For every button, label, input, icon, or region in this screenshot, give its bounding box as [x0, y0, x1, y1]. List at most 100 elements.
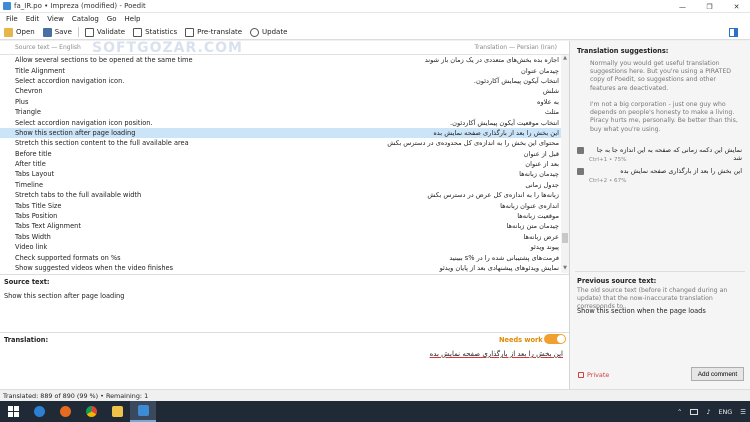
update-button[interactable]: Update	[246, 26, 291, 39]
volume-icon[interactable]: ♪	[706, 408, 710, 416]
menu-help[interactable]: Help	[121, 15, 145, 23]
menu-edit[interactable]: Edit	[22, 15, 44, 23]
table-row[interactable]: Chevron شلش	[0, 86, 561, 96]
menu-catalog[interactable]: Catalog	[68, 15, 103, 23]
table-row[interactable]: Tabs Title Size اندازه‌ی عنوان زبانه‌ها	[0, 200, 561, 210]
row-translation-text: این بخش را بعد از بارگذاری صفحه نمایش بد…	[433, 128, 559, 137]
row-translation-text: به علاوه	[537, 97, 559, 106]
row-source-text: After title	[15, 160, 46, 169]
row-source-text: Plus	[15, 97, 29, 106]
menu-view[interactable]: View	[43, 15, 68, 23]
menu-file[interactable]: File	[2, 15, 22, 23]
needs-work-label: Needs work	[499, 336, 543, 344]
language-indicator[interactable]: ENG	[718, 408, 732, 416]
taskbar: ⌃ ♪ ENG ☰	[0, 401, 750, 422]
table-row[interactable]: Select accordion navigation icon. انتخاب …	[0, 76, 561, 86]
table-row[interactable]: Show suggested videos when the video fin…	[0, 263, 561, 273]
start-button[interactable]	[0, 401, 26, 422]
open-label: Open	[16, 28, 35, 36]
add-comment-button[interactable]: Add comment	[691, 367, 744, 381]
row-source-text: Tabs Text Alignment	[15, 222, 81, 231]
suggestion-meta: Ctrl+1 • 75%	[589, 157, 627, 163]
translation-input[interactable]: این بخش را بعد از بارگذاری صفحه نمایش بد…	[430, 350, 563, 358]
floppy-icon	[42, 27, 52, 37]
open-button[interactable]: Open	[0, 26, 39, 39]
table-row[interactable]: Before title قبل از عنوان	[0, 149, 561, 159]
sidebar-panel: Translation suggestions: Normally you wo…	[570, 41, 750, 389]
maximize-icon[interactable]: ❐	[696, 0, 723, 13]
table-row[interactable]: Plus به علاوه	[0, 97, 561, 107]
row-source-text: Stretch tabs to the full available width	[15, 191, 142, 200]
network-icon[interactable]	[690, 408, 699, 415]
row-translation-text: چیدمان متن زبانه‌ها	[506, 222, 559, 231]
taskbar-explorer[interactable]	[104, 401, 130, 422]
row-source-text: Allow several sections to be opened at t…	[15, 56, 193, 65]
menu-bar: File Edit View Catalog Go Help	[0, 13, 750, 25]
row-translation-text: نمایش ویدئوهای پیشنهادی بعد از پایان وید…	[439, 264, 559, 272]
pirated-note: Normally you would get useful translatio…	[590, 60, 732, 92]
table-row[interactable]: Tabs Width عرض زبانه‌ها	[0, 232, 561, 242]
save-button[interactable]: Save	[39, 26, 76, 39]
divider	[0, 332, 569, 333]
scroll-thumb[interactable]	[562, 233, 568, 243]
table-row[interactable]: Tabs Layout چیدمان زبانه‌ها	[0, 169, 561, 179]
minimize-icon[interactable]: —	[669, 0, 696, 13]
table-row[interactable]: Tabs Text Alignment چیدمان متن زبانه‌ها	[0, 221, 561, 231]
row-source-text: Video link	[15, 243, 48, 252]
source-column-header[interactable]: Source text — English	[15, 44, 81, 51]
needs-work-toggle[interactable]	[544, 334, 566, 344]
honesty-note: I'm not a big corporation - just one guy…	[590, 101, 738, 133]
row-source-text: Select accordion navigation icon positio…	[15, 118, 153, 127]
taskbar-chrome[interactable]	[78, 401, 104, 422]
pretranslate-button[interactable]: Pre-translate	[181, 26, 246, 39]
row-source-text: Title Alignment	[15, 66, 66, 75]
toolbar: Open Save Validate Statistics Pre-transl…	[0, 25, 750, 40]
list-header: Source text — English Translation — Pers…	[0, 41, 569, 55]
window-title: fa_IR.po • Impreza (modified) - Poedit	[14, 2, 146, 10]
update-label: Update	[262, 28, 288, 36]
taskbar-poedit[interactable]	[130, 401, 156, 422]
divider	[0, 274, 569, 275]
private-label: Private	[587, 371, 610, 379]
previous-source-title: Previous source text:	[577, 277, 657, 285]
update-refresh-icon	[250, 27, 260, 37]
suggestion-icon	[577, 147, 584, 154]
toolbar-divider	[77, 27, 79, 37]
scroll-down-icon[interactable]: ▼	[561, 265, 569, 273]
table-row[interactable]: Timeline جدول زمانی	[0, 180, 561, 190]
taskbar-firefox[interactable]	[52, 401, 78, 422]
scroll-up-icon[interactable]: ▲	[561, 55, 569, 63]
row-source-text: Tabs Width	[15, 232, 51, 241]
table-row[interactable]: Title Alignment چیدمان عنوان	[0, 65, 561, 75]
table-row[interactable]: Video link پیوند ویدئو	[0, 242, 561, 252]
table-row[interactable]: Allow several sections to be opened at t…	[0, 55, 561, 65]
table-row[interactable]: Stretch tabs to the full available width…	[0, 190, 561, 200]
pretranslate-label: Pre-translate	[197, 28, 243, 36]
row-source-text: Tabs Position	[15, 212, 58, 221]
translation-list[interactable]: Allow several sections to be opened at t…	[0, 55, 561, 273]
table-row[interactable]: Show this section after page loading این …	[0, 127, 561, 139]
translation-status: Translated: 889 of 890 (99 %) • Remainin…	[3, 391, 149, 400]
menu-go[interactable]: Go	[103, 15, 121, 23]
table-row[interactable]: Check supported formats on %s فرمت‌های پش…	[0, 252, 561, 262]
translation-column-header[interactable]: Translation — Persian (Iran)	[474, 44, 557, 51]
table-row[interactable]: Triangle مثلث	[0, 107, 561, 117]
row-translation-text: اندازه‌ی عنوان زبانه‌ها	[500, 201, 559, 210]
row-translation-text: زبانه‌ها را به اندازه‌ی کل عرض در دسترس …	[427, 191, 559, 200]
chevron-up-icon[interactable]: ⌃	[677, 408, 682, 416]
validate-button[interactable]: Validate	[81, 26, 129, 39]
table-row[interactable]: After title بعد از عنوان	[0, 159, 561, 169]
suggestion-text: این بخش را بعد از بارگذاری صفحه نمایش بد…	[620, 167, 742, 175]
taskbar-edge[interactable]	[26, 401, 52, 422]
table-row[interactable]: Stretch this section content to the full…	[0, 138, 561, 148]
divider	[575, 271, 745, 272]
close-icon[interactable]: ✕	[723, 0, 750, 13]
row-source-text: Stretch this section content to the full…	[15, 139, 189, 148]
list-scrollbar[interactable]: ▲ ▼	[561, 55, 569, 273]
table-row[interactable]: Select accordion navigation icon positio…	[0, 117, 561, 127]
toggle-sidebar-icon[interactable]	[729, 28, 738, 37]
notifications-icon[interactable]: ☰	[740, 408, 746, 416]
private-toggle[interactable]: Private	[578, 371, 609, 379]
statistics-button[interactable]: Statistics	[129, 26, 181, 39]
table-row[interactable]: Tabs Position موقعیت زبانه‌ها	[0, 211, 561, 221]
